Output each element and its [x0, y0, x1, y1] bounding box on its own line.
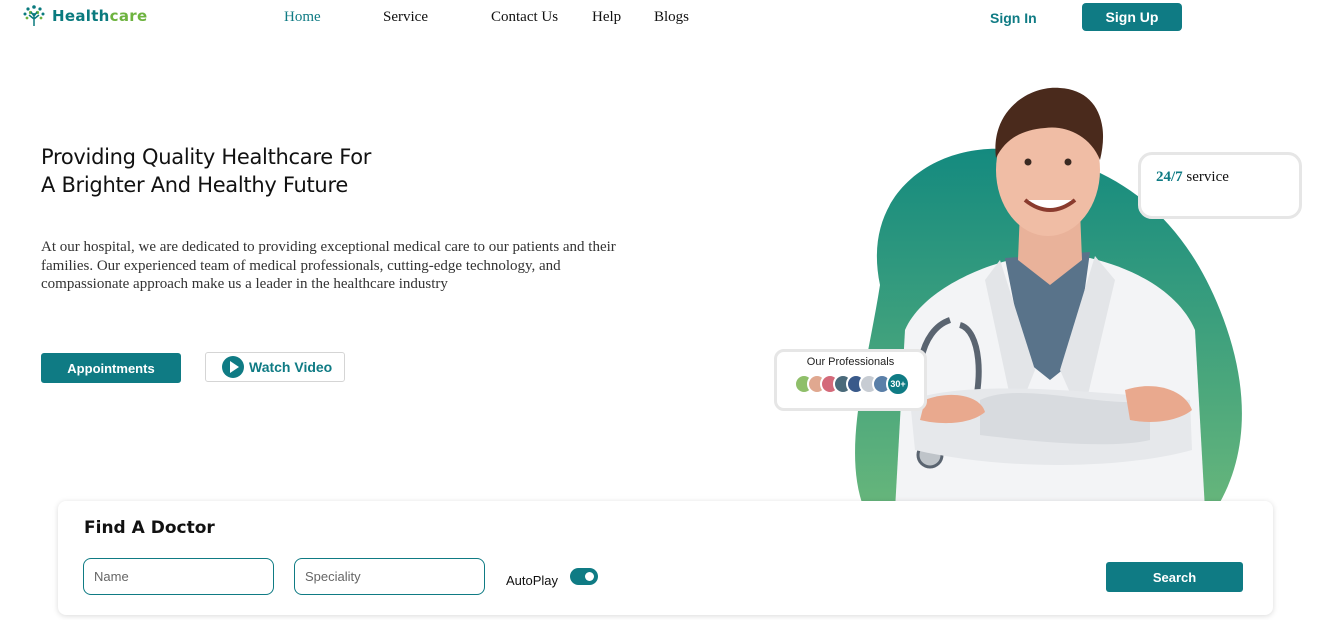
professional-avatars: 30+	[794, 372, 910, 396]
nav-contact-us[interactable]: Contact Us	[491, 9, 558, 26]
appointments-button[interactable]: Appointments	[41, 353, 181, 383]
find-doctor-panel: Find A Doctor AutoPlay Search	[58, 501, 1273, 615]
hero-description-line: families. Our experienced team of medica…	[41, 257, 561, 274]
hero-title-line: A Brighter And Healthy Future	[41, 173, 348, 197]
watch-video-button[interactable]: Watch Video	[205, 352, 345, 382]
service-hours: 24/7	[1156, 169, 1183, 185]
hero-description-line: compassionate approach make us a leader …	[41, 276, 448, 292]
service-badge: 24/7 service	[1138, 152, 1302, 219]
name-input[interactable]	[83, 558, 274, 595]
hero-title: Providing Quality Healthcare For A Brigh…	[41, 143, 371, 199]
nav-service[interactable]: Service	[383, 9, 428, 26]
hero-title-line: Providing Quality Healthcare For	[41, 145, 372, 169]
nav-blogs[interactable]: Blogs	[654, 9, 689, 26]
watch-video-label: Watch Video	[249, 359, 333, 375]
autoplay-toggle[interactable]	[570, 568, 598, 585]
hero-description-line: At our hospital, we are dedicated to pro…	[41, 239, 616, 255]
nav-home[interactable]: Home	[284, 9, 321, 26]
brand-logo[interactable]: Healthcare	[22, 4, 147, 28]
service-label: service	[1186, 169, 1229, 185]
tree-icon	[23, 5, 45, 26]
sign-in-link[interactable]: Sign In	[990, 10, 1037, 26]
autoplay-label: AutoPlay	[506, 573, 559, 588]
nav-help[interactable]: Help	[592, 9, 621, 26]
professionals-card: Our Professionals 30+	[774, 349, 927, 411]
professionals-count: 30+	[886, 372, 910, 396]
speciality-input[interactable]	[294, 558, 485, 595]
search-button[interactable]: Search	[1106, 562, 1243, 592]
sign-up-button[interactable]: Sign Up	[1082, 3, 1182, 31]
play-icon	[222, 356, 244, 378]
brand-name: Healthcare	[52, 7, 148, 25]
hero-description: At our hospital, we are dedicated to pro…	[41, 238, 681, 294]
professionals-title: Our Professionals	[806, 356, 895, 368]
find-doctor-title: Find A Doctor	[84, 518, 215, 538]
